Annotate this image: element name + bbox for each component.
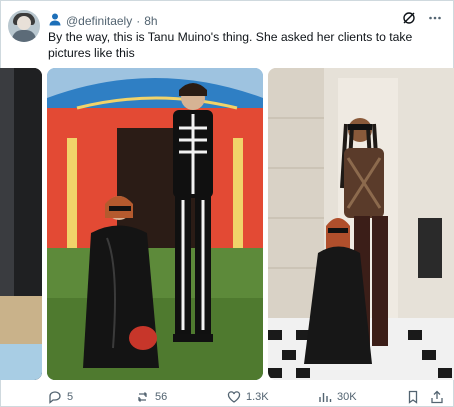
bookmark-button[interactable] (406, 390, 420, 404)
media-carousel[interactable] (0, 68, 454, 381)
photo-middle[interactable] (47, 68, 263, 380)
repost-icon (138, 392, 147, 402)
share-button[interactable] (430, 390, 444, 404)
post-time[interactable]: 8h (144, 14, 157, 28)
reply-icon (49, 391, 61, 404)
views-icon (319, 393, 332, 402)
like-icon (227, 391, 241, 403)
avatar[interactable] (8, 10, 40, 42)
post-header: @definitaely · 8h (48, 12, 158, 29)
reply-count: 5 (67, 391, 74, 403)
user-handle[interactable]: @definitaely (66, 14, 132, 28)
more-icon[interactable] (428, 11, 442, 30)
user-icon (48, 12, 62, 29)
views-count: 30K (337, 391, 357, 403)
photo-right[interactable] (268, 68, 454, 380)
separator: · (136, 13, 141, 28)
reply-button[interactable]: 5 (48, 390, 73, 404)
post-top-actions (402, 11, 442, 30)
repost-count: 56 (155, 391, 168, 403)
views-button[interactable]: 30K (318, 390, 357, 404)
like-count: 1.3K (246, 391, 269, 403)
photo-left[interactable] (0, 68, 42, 380)
like-button[interactable]: 1.3K (227, 390, 269, 404)
post-text: By the way, this is Tanu Muino's thing. … (48, 30, 413, 60)
grok-icon[interactable] (402, 11, 416, 30)
share-icon (431, 390, 443, 404)
bookmark-icon (408, 390, 418, 404)
repost-button[interactable]: 56 (136, 390, 167, 404)
